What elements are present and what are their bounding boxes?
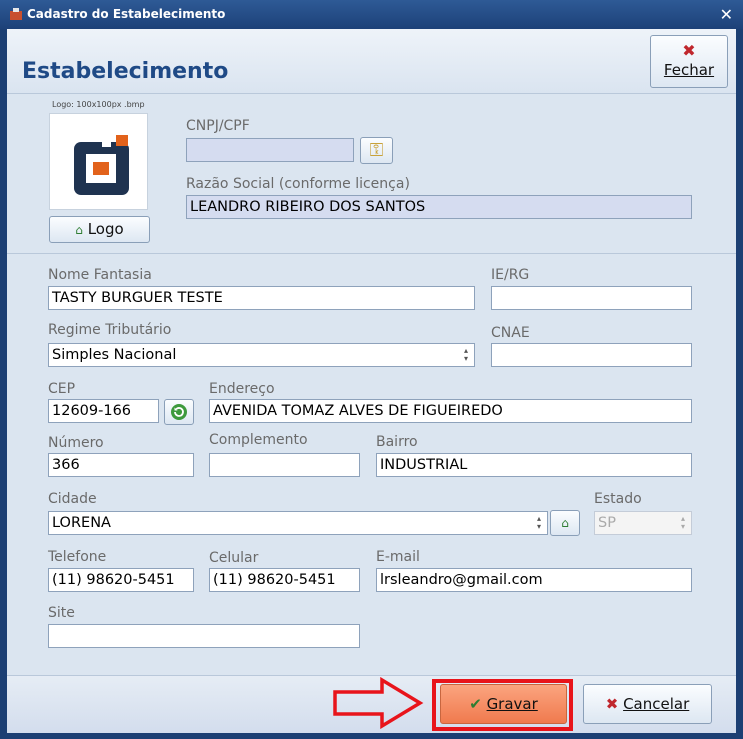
cnae-label: CNAE (491, 325, 530, 341)
cnae-input[interactable] (491, 343, 692, 367)
endereco-label: Endereço (209, 381, 275, 397)
spin-arrows-icon: ▴ ▾ (463, 346, 468, 363)
ie-rg-label: IE/RG (491, 267, 530, 283)
footer: ✔ Gravar ✖ Cancelar (7, 675, 736, 733)
x-icon: ✖ (605, 695, 619, 713)
license-key-button[interactable]: ⚿ (360, 137, 393, 164)
site-label: Site (48, 605, 75, 621)
cidade-label: Cidade (48, 491, 97, 507)
email-label: E-mail (376, 549, 420, 565)
cidade-select[interactable]: LORENA ▴ ▾ (48, 511, 548, 535)
dialog-client: Estabelecimento ✖ Fechar Logo: 100x100px… (7, 29, 736, 733)
email-input[interactable]: lrsleandro@gmail.com (376, 568, 692, 592)
cnpj-input[interactable] (186, 138, 354, 162)
close-button-label: Fechar (663, 61, 715, 79)
numero-label: Número (48, 435, 104, 451)
bairro-label: Bairro (376, 434, 418, 450)
key-icon: ⚿ (369, 140, 384, 161)
cancel-button[interactable]: ✖ Cancelar (583, 684, 712, 724)
spin-arrows-icon: ▴ ▾ (680, 514, 685, 531)
city-search-button[interactable]: ⌂ (550, 510, 580, 536)
cep-lookup-button[interactable] (164, 399, 194, 425)
hat-icon: ⌂ (75, 223, 83, 237)
estado-select[interactable]: SP ▴ ▾ (594, 511, 692, 535)
logo-preview[interactable] (49, 113, 148, 210)
window-title: Cadastro do Estabelecimento (27, 7, 226, 21)
logo-caption: Logo: 100x100px .bmp (52, 100, 145, 109)
regime-value: Simples Nacional (52, 347, 177, 363)
celular-input[interactable]: (11) 98620-5451 (209, 568, 360, 592)
footer-divider (7, 675, 736, 676)
numero-input[interactable]: 366 (48, 453, 194, 477)
regime-select[interactable]: Simples Nacional ▴ ▾ (48, 343, 475, 367)
telefone-input[interactable]: (11) 98620-5451 (48, 568, 194, 592)
bairro-input[interactable]: INDUSTRIAL (376, 453, 692, 477)
celular-label: Celular (209, 550, 259, 566)
title-bar: Cadastro do Estabelecimento ✕ (0, 0, 743, 29)
save-button-label: Gravar (486, 695, 538, 713)
ie-rg-input[interactable] (491, 286, 692, 310)
cancel-button-label: Cancelar (623, 695, 690, 713)
save-button[interactable]: ✔ Gravar (440, 684, 567, 724)
estado-label: Estado (594, 491, 642, 507)
nome-fantasia-label: Nome Fantasia (48, 267, 152, 283)
close-button[interactable]: ✖ Fechar (650, 35, 728, 88)
endereco-input[interactable]: AVENIDA TOMAZ ALVES DE FIGUEIREDO (209, 399, 692, 423)
header-divider (7, 93, 736, 94)
x-icon: ✖ (682, 41, 696, 60)
cep-label: CEP (48, 381, 76, 397)
window-close-icon[interactable]: ✕ (720, 5, 733, 24)
site-input[interactable] (48, 624, 360, 648)
logo-button-label: Logo (87, 220, 124, 238)
hat-icon: ⌂ (561, 516, 569, 530)
logo-button[interactable]: ⌂ Logo (49, 216, 150, 243)
spin-arrows-icon: ▴ ▾ (536, 514, 541, 531)
regime-label: Regime Tributário (48, 322, 172, 338)
arrow-right-icon (333, 677, 424, 729)
estado-value: SP (598, 515, 616, 531)
complemento-label: Complemento (209, 432, 308, 448)
section-divider (7, 253, 736, 254)
refresh-icon (171, 404, 187, 420)
razao-input[interactable]: LEANDRO RIBEIRO DOS SANTOS (186, 195, 692, 219)
page-title: Estabelecimento (22, 59, 229, 84)
app-icon (10, 8, 22, 20)
razao-label: Razão Social (conforme licença) (186, 176, 410, 192)
company-logo-icon (74, 135, 129, 195)
complemento-input[interactable] (209, 453, 360, 477)
telefone-label: Telefone (48, 549, 107, 565)
cnpj-label: CNPJ/CPF (186, 118, 250, 134)
cidade-value: LORENA (52, 515, 111, 531)
cep-input[interactable]: 12609-166 (48, 399, 159, 423)
check-icon: ✔ (469, 695, 482, 713)
nome-fantasia-input[interactable]: TASTY BURGUER TESTE (48, 286, 475, 310)
header: Estabelecimento ✖ Fechar (7, 29, 736, 93)
